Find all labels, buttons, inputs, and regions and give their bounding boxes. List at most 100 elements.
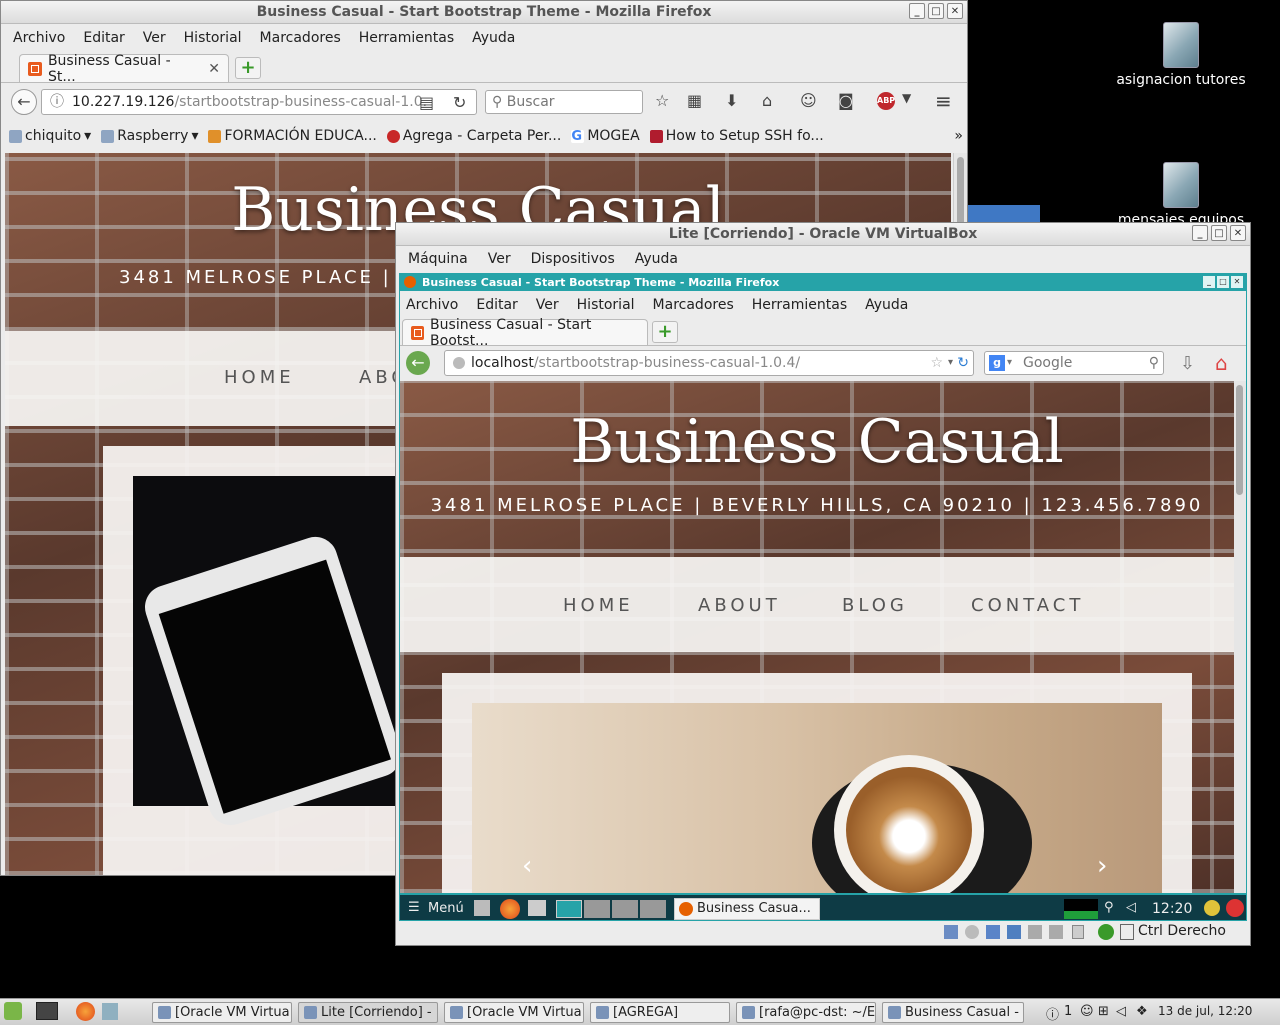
menu-ver[interactable]: Ver (488, 251, 511, 267)
shared-folder-icon[interactable] (1028, 925, 1042, 939)
guest-screen[interactable]: Business Casual - Start Bootstrap Theme … (399, 273, 1247, 921)
show-desktop-icon[interactable] (36, 1002, 58, 1020)
menu-herramientas[interactable]: Herramientas (359, 30, 454, 46)
windows-icon[interactable] (528, 900, 546, 916)
close-button[interactable]: ✕ (1231, 276, 1243, 288)
chat-icon[interactable]: ☺ (800, 91, 817, 110)
new-tab-button[interactable]: + (652, 321, 678, 343)
desktop-icon-asignacion[interactable]: asignacion tutores (1116, 22, 1246, 88)
bookmark-mogea[interactable]: G MOGEA (571, 128, 640, 144)
tab-business-casual[interactable]: Business Casual - St... ✕ (19, 53, 229, 85)
desktop-icon-mensajes[interactable]: mensajes equipos (1116, 162, 1246, 228)
menu-herramientas[interactable]: Herramientas (752, 297, 847, 313)
adblock-icon[interactable]: ABP (877, 92, 895, 110)
url-bar[interactable]: ⓘ 10.227.19.126/startbootstrap-business-c… (41, 89, 477, 115)
chevron-down-icon[interactable]: ▼ (902, 91, 911, 105)
minimize-button[interactable]: _ (909, 3, 925, 19)
virtualbox-launcher-icon[interactable] (102, 1003, 118, 1020)
pocket-icon[interactable]: ◙ (838, 91, 854, 110)
back-arrow-icon[interactable]: ← (406, 351, 430, 375)
maximize-button[interactable]: □ (928, 3, 944, 19)
update-icon[interactable] (1204, 900, 1220, 916)
user-icon[interactable]: ☺ (1080, 1004, 1094, 1019)
taskbar-item-agrega[interactable]: [AGREGA] (590, 1002, 730, 1023)
taskbar-item-firefox[interactable]: Business Casual - ... (882, 1002, 1024, 1023)
home-icon[interactable]: ⌂ (762, 91, 772, 110)
window-titlebar[interactable]: Lite [Corriendo] - Oracle VM VirtualBox … (396, 223, 1250, 246)
taskbar-item-vbox-1[interactable]: [Oracle VM Virtua... (152, 1002, 292, 1023)
menu-ayuda[interactable]: Ayuda (472, 30, 515, 46)
bookmarks-list-icon[interactable]: ▦ (687, 91, 702, 110)
menu-marcadores[interactable]: Marcadores (653, 297, 734, 313)
menu-ver[interactable]: Ver (143, 30, 166, 46)
close-button[interactable]: ✕ (947, 3, 963, 19)
hdd-icon[interactable] (944, 925, 958, 939)
bookmark-agrega[interactable]: Agrega - Carpeta Per... (386, 128, 561, 144)
firefox-icon[interactable] (76, 1002, 95, 1021)
taskbar-item-lite[interactable]: Lite [Corriendo] - ... (298, 1002, 438, 1023)
scrollbar-thumb[interactable] (957, 157, 964, 227)
files-icon[interactable] (474, 900, 490, 916)
workspace-number[interactable]: 1 (1064, 1004, 1072, 1019)
maximize-button[interactable]: □ (1217, 276, 1229, 288)
new-tab-button[interactable]: + (235, 57, 261, 79)
guest-task-firefox[interactable]: Business Casua... (674, 898, 820, 920)
search-input[interactable]: ⚲ Buscar (485, 90, 643, 114)
carousel-next-icon[interactable]: › (1097, 851, 1107, 881)
chevron-down-icon[interactable]: ▾ (948, 351, 953, 375)
mint-menu-icon[interactable] (4, 1002, 22, 1020)
search-icon[interactable]: ⚲ (1149, 352, 1159, 374)
network-icon[interactable]: ⚲ (1104, 900, 1114, 915)
bookmark-star-icon[interactable]: ☆ (930, 351, 943, 375)
menu-maquina[interactable]: Máquina (408, 251, 468, 267)
info-icon[interactable]: ⓘ (1046, 1004, 1059, 1023)
menu-editar[interactable]: Editar (476, 297, 517, 313)
nav-about[interactable]: ABOUT (698, 595, 781, 616)
menu-historial[interactable]: Historial (577, 297, 635, 313)
menu-ayuda[interactable]: Ayuda (865, 297, 908, 313)
close-tab-icon[interactable]: ✕ (208, 61, 220, 77)
host-key-icon[interactable] (1120, 924, 1134, 940)
menu-icon[interactable]: ☰ (408, 900, 420, 915)
nav-home[interactable]: HOME (224, 367, 295, 388)
bookmark-ssh[interactable]: How to Setup SSH fo... (649, 128, 824, 144)
bookmark-star-icon[interactable]: ☆ (655, 91, 669, 110)
download-icon[interactable]: ⇩ (1180, 353, 1195, 374)
nav-home[interactable]: HOME (563, 595, 634, 616)
minimize-button[interactable]: _ (1192, 225, 1208, 241)
guest-titlebar[interactable]: Business Casual - Start Bootstrap Theme … (400, 274, 1246, 291)
recording-icon[interactable] (1072, 925, 1084, 939)
firefox-icon[interactable] (500, 899, 520, 919)
volume-icon[interactable]: ◁ (1116, 1004, 1126, 1019)
display-icon[interactable] (1049, 925, 1063, 939)
workspace-4[interactable] (640, 900, 666, 918)
carousel-prev-icon[interactable]: ‹ (522, 851, 532, 881)
window-titlebar[interactable]: Business Casual - Start Bootstrap Theme … (1, 1, 967, 24)
menu-historial[interactable]: Historial (184, 30, 242, 46)
bookmark-folder-chiquito[interactable]: chiquito ▾ (9, 128, 91, 144)
reload-icon[interactable]: ↻ (957, 351, 969, 375)
scrollbar[interactable] (1234, 381, 1246, 893)
chevron-down-icon[interactable]: ▾ (1007, 352, 1012, 374)
network-adapter-icon[interactable] (1007, 925, 1021, 939)
guest-menu-label[interactable]: Menú (428, 901, 464, 916)
taskbar-item-terminal[interactable]: [rafa@pc-dst: ~/E... (736, 1002, 876, 1023)
network-icon[interactable]: ⊞ (1098, 1004, 1109, 1019)
tab-business-casual[interactable]: Business Casual - Start Bootst... (402, 317, 648, 349)
menu-ver[interactable]: Ver (536, 297, 559, 313)
volume-icon[interactable]: ◁ (1126, 900, 1136, 915)
hamburger-menu-icon[interactable]: ≡ (935, 89, 952, 113)
dropbox-icon[interactable]: ❖ (1136, 1004, 1148, 1019)
home-icon[interactable]: ⌂ (1215, 351, 1228, 375)
cpu-icon[interactable] (1098, 924, 1114, 940)
close-button[interactable]: ✕ (1230, 225, 1246, 241)
menu-archivo[interactable]: Archivo (13, 30, 65, 46)
workspace-3[interactable] (612, 900, 638, 918)
menu-ayuda[interactable]: Ayuda (635, 251, 678, 267)
power-icon[interactable] (1226, 899, 1244, 917)
nav-blog[interactable]: BLOG (842, 595, 908, 616)
download-icon[interactable]: ⬇ (725, 91, 738, 110)
usb-icon[interactable] (986, 925, 1000, 939)
maximize-button[interactable]: □ (1211, 225, 1227, 241)
minimize-button[interactable]: _ (1203, 276, 1215, 288)
